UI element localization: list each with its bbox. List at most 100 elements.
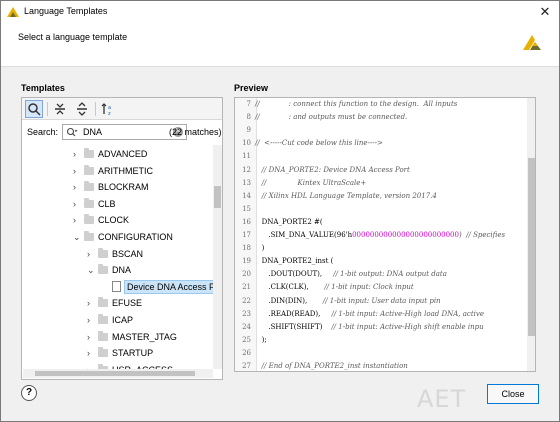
code-line: 24 .SHIFT(SHIFT) // 1-bit input: Active-… — [235, 321, 527, 334]
search-label: Search: — [27, 127, 59, 137]
tree-folder-item[interactable]: › ARITHMETIC — [23, 163, 213, 179]
tree-horizontal-scrollbar[interactable] — [23, 369, 213, 378]
scrollbar-thumb[interactable] — [214, 186, 221, 208]
code-text: .CLK(CLK), // 1-bit input: Clock input — [255, 283, 414, 292]
line-number: 26 — [242, 348, 251, 357]
tree-folder-item[interactable]: › STARTUP — [23, 345, 213, 361]
tree-leaf-item[interactable]: Device DNA Access Port — [23, 279, 213, 295]
code-line: 17 .SIM_DNA_VALUE(96'h000000000000000000… — [235, 229, 527, 242]
search-icon — [66, 127, 78, 137]
chevron-right-icon[interactable]: › — [87, 332, 95, 342]
line-number: 13 — [242, 178, 251, 187]
code-text: // End of DNA_PORTE2_inst instantiation — [255, 362, 408, 370]
folder-icon — [98, 330, 108, 341]
line-number: 20 — [242, 270, 251, 279]
code-line: 14 // Xilinx HDL Language Template, vers… — [235, 190, 527, 203]
templates-toolbar: a z — [22, 98, 222, 120]
tree-folder-item[interactable]: › CLOCK — [23, 212, 213, 228]
chevron-right-icon[interactable]: › — [73, 166, 81, 176]
header-instruction: Select a language template — [18, 32, 128, 42]
tree-folder-item[interactable]: › ICAP — [23, 312, 213, 328]
title-bar: Language Templates ✕ — [1, 1, 559, 23]
code-line: 18 ) — [235, 242, 527, 255]
collapse-all-button[interactable] — [51, 100, 69, 118]
chevron-right-icon[interactable]: › — [73, 199, 81, 209]
expand-all-icon — [77, 102, 87, 116]
tree-folder-item[interactable]: ›USR_ACCESS — [23, 362, 213, 369]
vivado-app-icon — [7, 7, 19, 17]
code-line: 8 // : and outputs must be connected. — [235, 111, 527, 124]
svg-text:z: z — [108, 111, 111, 117]
tree-folder-item[interactable]: › ADVANCED — [23, 146, 213, 162]
tree-item-label: CLB — [98, 198, 116, 209]
close-button[interactable]: Close — [487, 384, 539, 404]
code-line: 22 .DIN(DIN), // 1-bit input: User data … — [235, 295, 527, 308]
chevron-right-icon[interactable]: › — [73, 149, 81, 159]
sort-button[interactable]: a z — [99, 100, 117, 118]
magnifier-icon — [28, 103, 41, 116]
help-button[interactable]: ? — [21, 385, 37, 401]
code-text: .DOUT(DOUT), // 1-bit output: DNA output… — [255, 270, 447, 279]
search-row: Search: DNA ✕ (22 matches) — [22, 121, 222, 143]
tree-folder-item[interactable]: ⌄ CONFIGURATION — [23, 229, 213, 245]
code-line: 11 — [235, 150, 527, 163]
search-toggle-button[interactable] — [25, 100, 43, 118]
line-number: 7 — [246, 100, 251, 108]
tree-folder-item[interactable]: › MASTER_JTAG — [23, 329, 213, 345]
tree-item-label: Device DNA Access Port — [124, 279, 213, 294]
tree-item-label: ICAP — [112, 315, 134, 325]
tree-folder-item[interactable]: ⌄ DNA — [23, 262, 213, 278]
tree-item-label: EFUSE — [112, 298, 143, 309]
expand-all-button[interactable] — [73, 100, 91, 118]
tree-vertical-scrollbar[interactable] — [213, 145, 222, 369]
code-text: .READ(READ), // 1-bit input: Active-High… — [255, 309, 485, 318]
folder-icon — [84, 164, 94, 175]
code-text: ); — [255, 335, 267, 344]
chevron-down-icon[interactable]: ⌄ — [73, 232, 81, 242]
code-line: 26 — [235, 347, 527, 360]
tree-item-label: ARITHMETIC — [98, 165, 153, 176]
tree-folder-item[interactable]: › EFUSE — [23, 295, 213, 311]
code-line: 13 // Kintex UltraScale+ — [235, 177, 527, 190]
line-number: 10 — [242, 139, 251, 148]
window-title: Language Templates — [24, 6, 108, 16]
chevron-down-icon[interactable]: ⌄ — [87, 265, 95, 275]
code-line: 27 // End of DNA_PORTE2_inst instantiati… — [235, 360, 527, 371]
code-line: 12 // DNA_PORTE2: Device DNA Access Port — [235, 164, 527, 177]
scrollbar-thumb[interactable] — [528, 158, 535, 336]
preview-vertical-scrollbar[interactable] — [527, 98, 535, 371]
code-line: 16 DNA_PORTE2 #( — [235, 216, 527, 229]
language-templates-dialog: Language Templates ✕ Select a language t… — [0, 0, 560, 422]
preview-heading: Preview — [234, 83, 269, 93]
tree-folder-item[interactable]: › BLOCKRAM — [23, 179, 213, 195]
chevron-right-icon[interactable]: › — [87, 298, 95, 308]
match-count: (22 matches) — [169, 127, 222, 137]
window-close-icon[interactable]: ✕ — [537, 4, 553, 20]
chevron-right-icon[interactable]: › — [87, 348, 95, 358]
sort-icon: a z — [101, 103, 111, 117]
tree-folder-item[interactable]: › CLB — [23, 196, 213, 212]
line-number: 15 — [242, 204, 251, 213]
code-text: .SHIFT(SHIFT) // 1-bit input: Active-Hig… — [255, 322, 484, 331]
toolbar-separator — [47, 102, 48, 116]
chevron-right-icon[interactable]: › — [87, 249, 95, 259]
chevron-right-icon[interactable]: › — [87, 315, 95, 325]
chevron-right-icon[interactable]: › — [73, 215, 81, 225]
code-text: .DIN(DIN), // 1-bit input: User data inp… — [255, 296, 441, 305]
scrollbar-thumb[interactable] — [35, 371, 195, 376]
chevron-right-icon[interactable]: › — [73, 182, 81, 192]
folder-icon — [84, 148, 94, 158]
code-text: ) — [255, 244, 265, 253]
tree-item-label: DNA — [112, 265, 132, 276]
line-number: 21 — [242, 283, 251, 292]
tree-folder-item[interactable]: › BSCAN — [23, 246, 213, 262]
line-number: 18 — [242, 244, 251, 253]
line-number: 19 — [242, 257, 251, 266]
folder-icon — [84, 214, 94, 225]
document-icon — [112, 280, 121, 292]
line-number: 11 — [242, 152, 251, 161]
search-value: DNA — [83, 127, 103, 137]
code-line: 9 — [235, 124, 527, 137]
line-number: 24 — [242, 322, 251, 331]
code-text: // Kintex UltraScale+ — [255, 178, 367, 187]
